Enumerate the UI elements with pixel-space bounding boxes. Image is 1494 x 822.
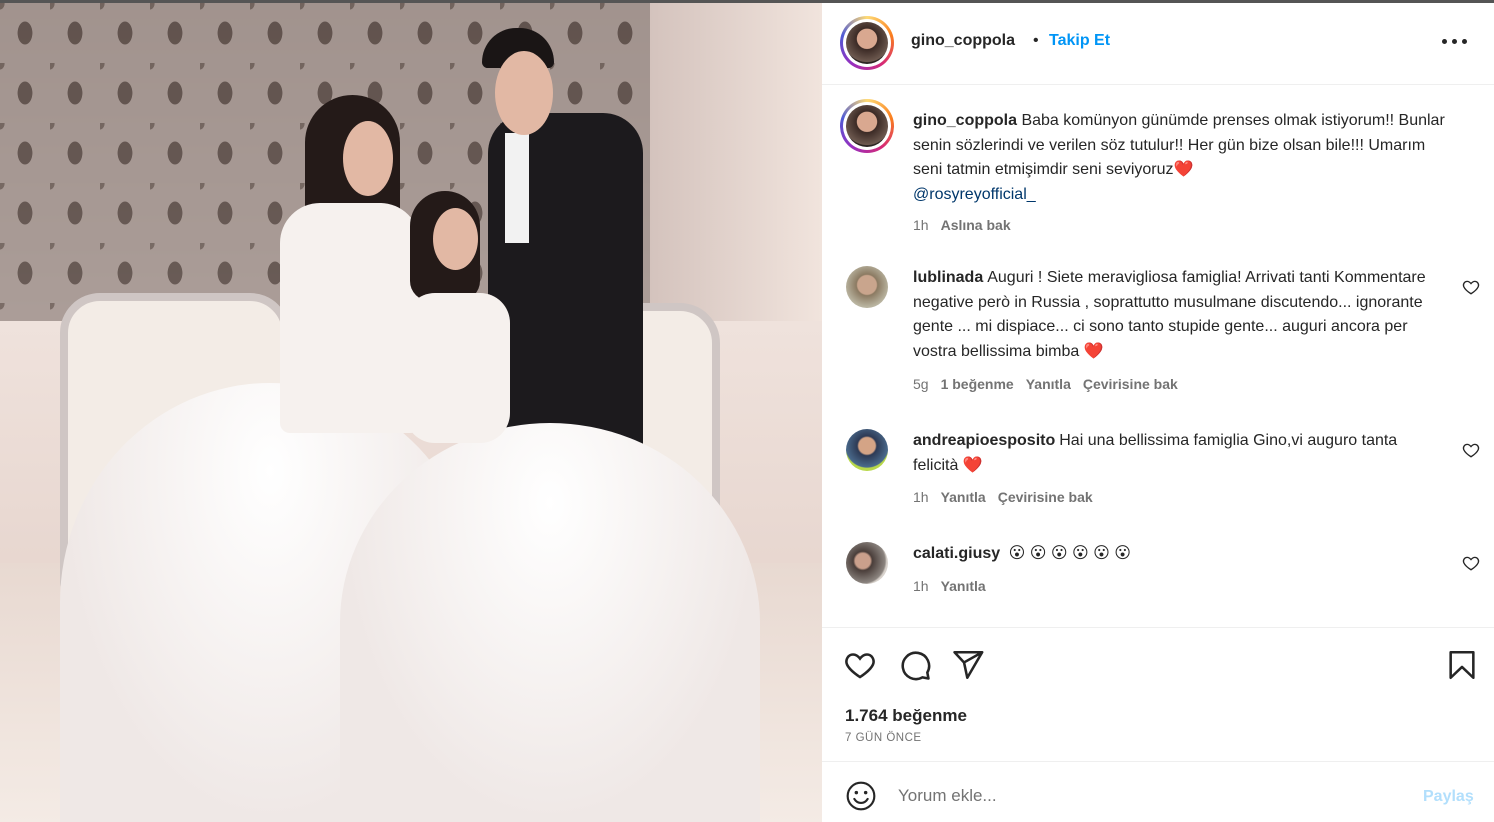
- comment-time[interactable]: 1h: [913, 578, 929, 594]
- comment-bar: Paylaş: [822, 761, 1494, 822]
- post-date[interactable]: 7 GÜN ÖNCE: [845, 732, 922, 744]
- bookmark-icon[interactable]: [1445, 648, 1479, 682]
- caption-mention-link[interactable]: @rosyreyofficial_: [913, 186, 1036, 203]
- comment-username[interactable]: lublinada: [913, 269, 983, 286]
- comment-emoji: 😮 😮 😮 😮 😮 😮: [1008, 545, 1131, 562]
- reply-button[interactable]: Yanıtla: [1026, 376, 1071, 392]
- father-shirt: [505, 133, 529, 243]
- reply-button[interactable]: Yanıtla: [941, 578, 986, 594]
- girl-gown: [340, 423, 760, 822]
- translate-button[interactable]: Çevirisine bak: [1083, 376, 1178, 392]
- mother-face: [343, 121, 393, 196]
- comment-meta: 1h Yanıtla Çevirisine bak: [913, 489, 1093, 505]
- author-avatar-image: [846, 22, 888, 64]
- post-comment-button[interactable]: Paylaş: [1423, 788, 1474, 806]
- comments-list[interactable]: gino_coppola Baba komünyon günümde prens…: [822, 86, 1494, 626]
- author-username[interactable]: gino_coppola: [911, 32, 1015, 50]
- caption-translate-button[interactable]: Aslına bak: [941, 217, 1011, 233]
- post-details-panel: gino_coppola • Takip Et gino_coppola Bab…: [822, 3, 1494, 822]
- caption-time[interactable]: 1h: [913, 217, 929, 233]
- comment-time[interactable]: 1h: [913, 489, 929, 505]
- comment-icon[interactable]: [898, 648, 932, 682]
- girl-lace-bodice: [405, 293, 510, 443]
- father-face: [495, 51, 553, 135]
- comment-heart-emoji: ❤️: [962, 456, 983, 474]
- separator-dot: •: [1033, 32, 1039, 49]
- emoji-icon[interactable]: [845, 780, 877, 812]
- heart-icon[interactable]: [843, 648, 877, 682]
- likes-count[interactable]: 1.764 beğenme: [845, 706, 967, 726]
- follow-button[interactable]: Takip Et: [1049, 32, 1110, 50]
- wall-corner: [650, 3, 822, 333]
- mother-lace-bodice: [280, 203, 420, 433]
- caption-username[interactable]: gino_coppola: [913, 112, 1017, 129]
- caption-heart-emoji: ❤️: [1173, 161, 1194, 178]
- post-actions: 1.764 beğenme 7 GÜN ÖNCE Paylaş: [822, 627, 1494, 822]
- translate-button[interactable]: Çevirisine bak: [998, 489, 1093, 505]
- more-options-icon[interactable]: [1442, 31, 1472, 51]
- comment-like-icon[interactable]: [1462, 554, 1480, 572]
- author-avatar[interactable]: [840, 16, 894, 70]
- comment-heart-emoji: ❤️: [1083, 342, 1104, 360]
- send-icon[interactable]: [951, 648, 985, 682]
- comment-likes-count[interactable]: 1 beğenme: [941, 376, 1014, 392]
- caption-author-avatar[interactable]: [840, 99, 894, 153]
- comment-text: Auguri ! Siete meravigliosa famiglia! Ar…: [913, 269, 1426, 360]
- commenter-avatar[interactable]: [846, 266, 888, 308]
- comment-meta: 1h Yanıtla: [913, 578, 986, 594]
- caption-meta: 1h Aslına bak: [913, 217, 1011, 233]
- reply-button[interactable]: Yanıtla: [941, 489, 986, 505]
- comment-username[interactable]: andreapioesposito: [913, 432, 1055, 449]
- comment-like-icon[interactable]: [1462, 441, 1480, 459]
- commenter-avatar[interactable]: [846, 542, 888, 584]
- post-header: gino_coppola • Takip Et: [822, 3, 1494, 85]
- comment-input[interactable]: [898, 781, 1398, 811]
- commenter-avatar[interactable]: [846, 429, 888, 471]
- comment-username[interactable]: calati.giusy: [913, 545, 1000, 562]
- comment-like-icon[interactable]: [1462, 278, 1480, 296]
- post-image[interactable]: [0, 3, 822, 822]
- comment-meta: 5g 1 beğenme Yanıtla Çevirisine bak: [913, 376, 1178, 392]
- girl-face: [433, 208, 478, 270]
- comment-time[interactable]: 5g: [913, 376, 929, 392]
